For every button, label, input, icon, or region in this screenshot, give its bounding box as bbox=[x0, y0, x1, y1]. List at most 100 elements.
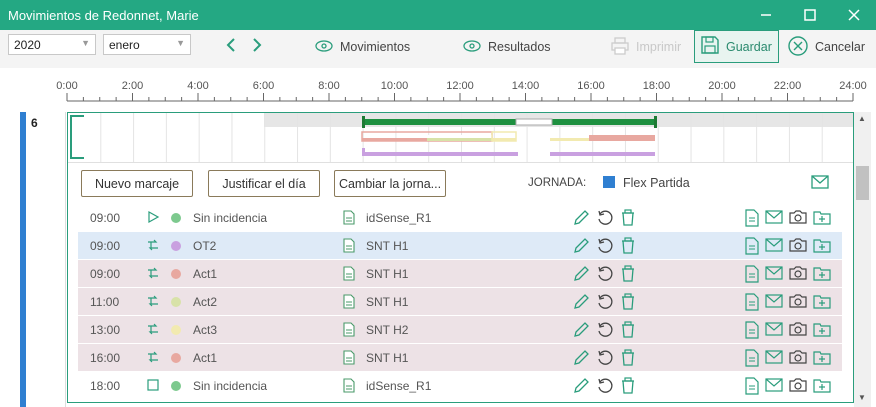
file-icon[interactable] bbox=[744, 377, 760, 398]
document-icon bbox=[343, 378, 355, 396]
row-time: 13:00 bbox=[90, 322, 121, 337]
ruler-ticks bbox=[66, 93, 854, 102]
edit-icon[interactable] bbox=[572, 349, 590, 370]
camera-icon[interactable] bbox=[788, 293, 808, 314]
close-icon[interactable] bbox=[832, 0, 876, 30]
document-icon bbox=[343, 238, 355, 256]
imprimir-button[interactable]: Imprimir bbox=[610, 32, 681, 62]
folder-add-icon[interactable] bbox=[813, 321, 831, 342]
edit-icon[interactable] bbox=[572, 209, 590, 230]
trash-icon[interactable] bbox=[620, 237, 636, 258]
stop-icon bbox=[146, 378, 160, 395]
cambiar-jornada-button[interactable]: Cambiar la jorna... bbox=[334, 170, 446, 197]
folder-add-icon[interactable] bbox=[813, 209, 831, 230]
document-icon bbox=[343, 322, 355, 340]
mail-icon[interactable] bbox=[765, 265, 783, 286]
movimientos-button[interactable]: Movimientos bbox=[314, 32, 410, 62]
edit-icon[interactable] bbox=[572, 237, 590, 258]
printer-icon bbox=[610, 36, 630, 58]
document-icon bbox=[343, 350, 355, 368]
undo-icon[interactable] bbox=[596, 265, 614, 286]
camera-icon[interactable] bbox=[788, 321, 808, 342]
folder-add-icon[interactable] bbox=[813, 293, 831, 314]
file-icon[interactable] bbox=[744, 237, 760, 258]
mail-icon[interactable] bbox=[765, 293, 783, 314]
movement-row[interactable]: 13:00 Act3 SNT H2 bbox=[78, 316, 842, 344]
movement-row[interactable]: 09:00 OT2 SNT H1 bbox=[78, 232, 842, 260]
window-title: Movimientos de Redonnet, Marie bbox=[8, 7, 199, 23]
cancel-circle-icon bbox=[787, 35, 809, 60]
incidence-color-dot bbox=[171, 353, 181, 363]
nuevo-marcaje-button[interactable]: Nuevo marcaje bbox=[81, 170, 193, 197]
maximize-icon[interactable] bbox=[788, 0, 832, 30]
movement-row[interactable]: 09:00 Act1 SNT H1 bbox=[78, 260, 842, 288]
time-ruler: 0:00 2:00 4:00 6:00 8:00 10:00 12:00 14:00 16:00… bbox=[0, 68, 876, 110]
mail-icon[interactable] bbox=[811, 175, 829, 192]
mail-icon[interactable] bbox=[765, 349, 783, 370]
trash-icon[interactable] bbox=[620, 321, 636, 342]
camera-icon[interactable] bbox=[788, 349, 808, 370]
file-icon[interactable] bbox=[744, 349, 760, 370]
camera-icon[interactable] bbox=[788, 237, 808, 258]
chevron-left-icon[interactable] bbox=[224, 36, 238, 57]
folder-add-icon[interactable] bbox=[813, 349, 831, 370]
undo-icon[interactable] bbox=[596, 293, 614, 314]
mail-icon[interactable] bbox=[765, 321, 783, 342]
mail-icon[interactable] bbox=[765, 209, 783, 230]
edit-icon[interactable] bbox=[572, 265, 590, 286]
edit-icon[interactable] bbox=[572, 321, 590, 342]
incidence-color-dot bbox=[171, 381, 181, 391]
day-detail-panel: Nuevo marcaje Justificar el día Cambiar … bbox=[67, 112, 854, 403]
cancelar-button[interactable]: Cancelar bbox=[787, 32, 865, 62]
movement-row[interactable]: 09:00 Sin incidencia idSense_R1 bbox=[78, 204, 842, 232]
edit-icon[interactable] bbox=[572, 293, 590, 314]
month-select[interactable]: enero ▼ bbox=[103, 34, 191, 55]
mail-icon[interactable] bbox=[765, 377, 783, 398]
folder-add-icon[interactable] bbox=[813, 377, 831, 398]
file-icon[interactable] bbox=[744, 209, 760, 230]
file-icon[interactable] bbox=[744, 293, 760, 314]
undo-icon[interactable] bbox=[596, 349, 614, 370]
undo-icon[interactable] bbox=[596, 321, 614, 342]
file-icon[interactable] bbox=[744, 321, 760, 342]
scroll-up-icon[interactable]: ▲ bbox=[858, 114, 866, 123]
camera-icon[interactable] bbox=[788, 265, 808, 286]
scroll-thumb[interactable] bbox=[856, 166, 869, 200]
undo-icon[interactable] bbox=[596, 377, 614, 398]
trash-icon[interactable] bbox=[620, 293, 636, 314]
guardar-button[interactable]: Guardar bbox=[694, 30, 779, 63]
trash-icon[interactable] bbox=[620, 349, 636, 370]
row-time: 18:00 bbox=[90, 378, 121, 393]
undo-icon[interactable] bbox=[596, 209, 614, 230]
resultados-button[interactable]: Resultados bbox=[462, 32, 551, 62]
movement-row[interactable]: 16:00 Act1 SNT H1 bbox=[78, 344, 842, 372]
incidence-color-dot bbox=[171, 297, 181, 307]
minimize-icon[interactable] bbox=[744, 0, 788, 30]
edit-icon[interactable] bbox=[572, 377, 590, 398]
trash-icon[interactable] bbox=[620, 377, 636, 398]
justificar-dia-button[interactable]: Justificar el día bbox=[208, 170, 320, 197]
year-select[interactable]: 2020 ▼ bbox=[8, 34, 96, 55]
mail-icon[interactable] bbox=[765, 237, 783, 258]
month-value: enero bbox=[109, 38, 140, 52]
transfer-icon bbox=[146, 238, 160, 255]
camera-icon[interactable] bbox=[788, 209, 808, 230]
row-time: 11:00 bbox=[90, 294, 120, 309]
row-terminal: SNT H1 bbox=[366, 266, 409, 281]
folder-add-icon[interactable] bbox=[813, 265, 831, 286]
folder-add-icon[interactable] bbox=[813, 237, 831, 258]
trash-icon[interactable] bbox=[620, 209, 636, 230]
row-incidence: Act1 bbox=[193, 350, 218, 365]
file-icon[interactable] bbox=[744, 265, 760, 286]
chevron-down-icon: ▼ bbox=[81, 38, 90, 48]
vertical-scrollbar[interactable]: ▲ ▼ bbox=[854, 112, 871, 407]
camera-icon[interactable] bbox=[788, 377, 808, 398]
row-terminal: idSense_R1 bbox=[366, 210, 432, 225]
scroll-down-icon[interactable]: ▼ bbox=[858, 393, 866, 402]
undo-icon[interactable] bbox=[596, 237, 614, 258]
movement-row[interactable]: 18:00 Sin incidencia idSense_R1 bbox=[78, 372, 842, 400]
trash-icon[interactable] bbox=[620, 265, 636, 286]
chevron-right-icon[interactable] bbox=[250, 36, 264, 57]
jornada-value: Flex Partida bbox=[623, 176, 690, 190]
movement-row[interactable]: 11:00 Act2 SNT H1 bbox=[78, 288, 842, 316]
